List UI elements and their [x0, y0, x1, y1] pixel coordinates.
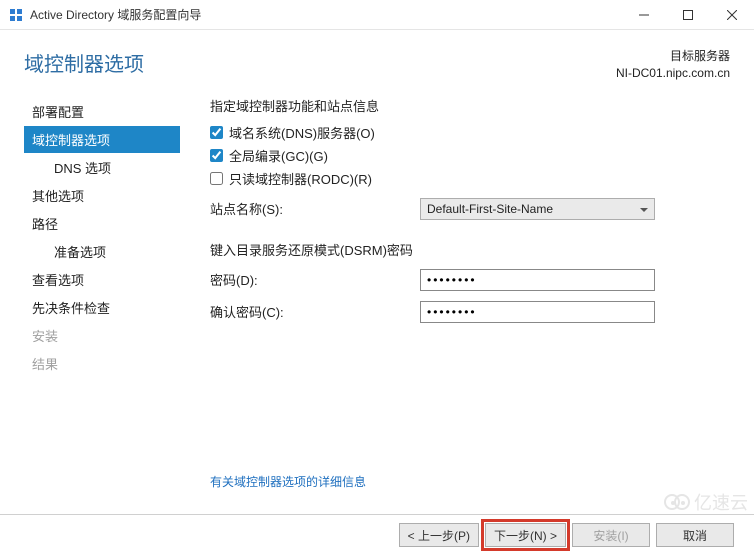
confirm-password-row: 确认密码(C): [210, 301, 724, 323]
sidebar: 部署配置 域控制器选项 DNS 选项 其他选项 路径 准备选项 查看选项 先决条… [0, 92, 180, 490]
nav-prep-options[interactable]: 准备选项 [24, 238, 180, 265]
spacer [210, 323, 724, 473]
password-row: 密码(D): [210, 269, 724, 291]
next-button[interactable]: 下一步(N) > [485, 523, 566, 547]
watermark-text: 亿速云 [694, 489, 748, 515]
close-button[interactable] [710, 0, 754, 30]
nav-dc-options[interactable]: 域控制器选项 [24, 126, 180, 153]
checkbox-gc-label: 全局编录(GC)(G) [229, 146, 328, 165]
maximize-button[interactable] [666, 0, 710, 30]
checkbox-gc-row[interactable]: 全局编录(GC)(G) [210, 146, 724, 165]
watermark-icon [674, 494, 690, 510]
capabilities-label: 指定域控制器功能和站点信息 [210, 96, 724, 115]
checkbox-dns[interactable] [210, 126, 223, 139]
target-server-block: 目标服务器 NI-DC01.nipc.com.cn [616, 48, 730, 82]
checkbox-rodc[interactable] [210, 172, 223, 185]
watermark-icon [664, 494, 680, 510]
confirm-password-label: 确认密码(C): [210, 302, 420, 321]
site-name-value: Default-First-Site-Name [427, 202, 553, 216]
checkbox-dns-label: 域名系统(DNS)服务器(O) [229, 123, 375, 142]
site-name-row: 站点名称(S): Default-First-Site-Name [210, 198, 724, 220]
body: 部署配置 域控制器选项 DNS 选项 其他选项 路径 准备选项 查看选项 先决条… [0, 92, 754, 490]
checkbox-dns-row[interactable]: 域名系统(DNS)服务器(O) [210, 123, 724, 142]
target-server-name: NI-DC01.nipc.com.cn [616, 65, 730, 82]
nav-install: 安装 [24, 322, 180, 349]
target-label: 目标服务器 [616, 48, 730, 65]
titlebar: Active Directory 域服务配置向导 [0, 0, 754, 30]
watermark: 亿速云 [664, 489, 748, 515]
nav-paths[interactable]: 路径 [24, 210, 180, 237]
page-title: 域控制器选项 [24, 48, 144, 82]
minimize-button[interactable] [622, 0, 666, 30]
window-title: Active Directory 域服务配置向导 [30, 6, 622, 23]
nav-prereq-check[interactable]: 先决条件检查 [24, 294, 180, 321]
app-icon [8, 7, 24, 23]
site-name-dropdown[interactable]: Default-First-Site-Name [420, 198, 655, 220]
nav-dns-options[interactable]: DNS 选项 [24, 154, 180, 181]
checkbox-rodc-label: 只读域控制器(RODC)(R) [229, 169, 372, 188]
site-name-label: 站点名称(S): [210, 199, 420, 218]
password-label: 密码(D): [210, 270, 420, 289]
nav-review-options[interactable]: 查看选项 [24, 266, 180, 293]
footer: < 上一步(P) 下一步(N) > 安装(I) 取消 [0, 514, 754, 555]
nav-results: 结果 [24, 350, 180, 377]
dsrm-section-label: 键入目录服务还原模式(DSRM)密码 [210, 240, 724, 259]
install-button: 安装(I) [572, 523, 650, 547]
header: 域控制器选项 目标服务器 NI-DC01.nipc.com.cn [0, 30, 754, 92]
password-input[interactable] [420, 269, 655, 291]
nav-additional-options[interactable]: 其他选项 [24, 182, 180, 209]
checkbox-rodc-row[interactable]: 只读域控制器(RODC)(R) [210, 169, 724, 188]
checkbox-gc[interactable] [210, 149, 223, 162]
main-panel: 指定域控制器功能和站点信息 域名系统(DNS)服务器(O) 全局编录(GC)(G… [180, 92, 734, 490]
more-info-link[interactable]: 有关域控制器选项的详细信息 [210, 475, 366, 489]
cancel-button[interactable]: 取消 [656, 523, 734, 547]
previous-button[interactable]: < 上一步(P) [399, 523, 479, 547]
nav-deployment-config[interactable]: 部署配置 [24, 98, 180, 125]
confirm-password-input[interactable] [420, 301, 655, 323]
